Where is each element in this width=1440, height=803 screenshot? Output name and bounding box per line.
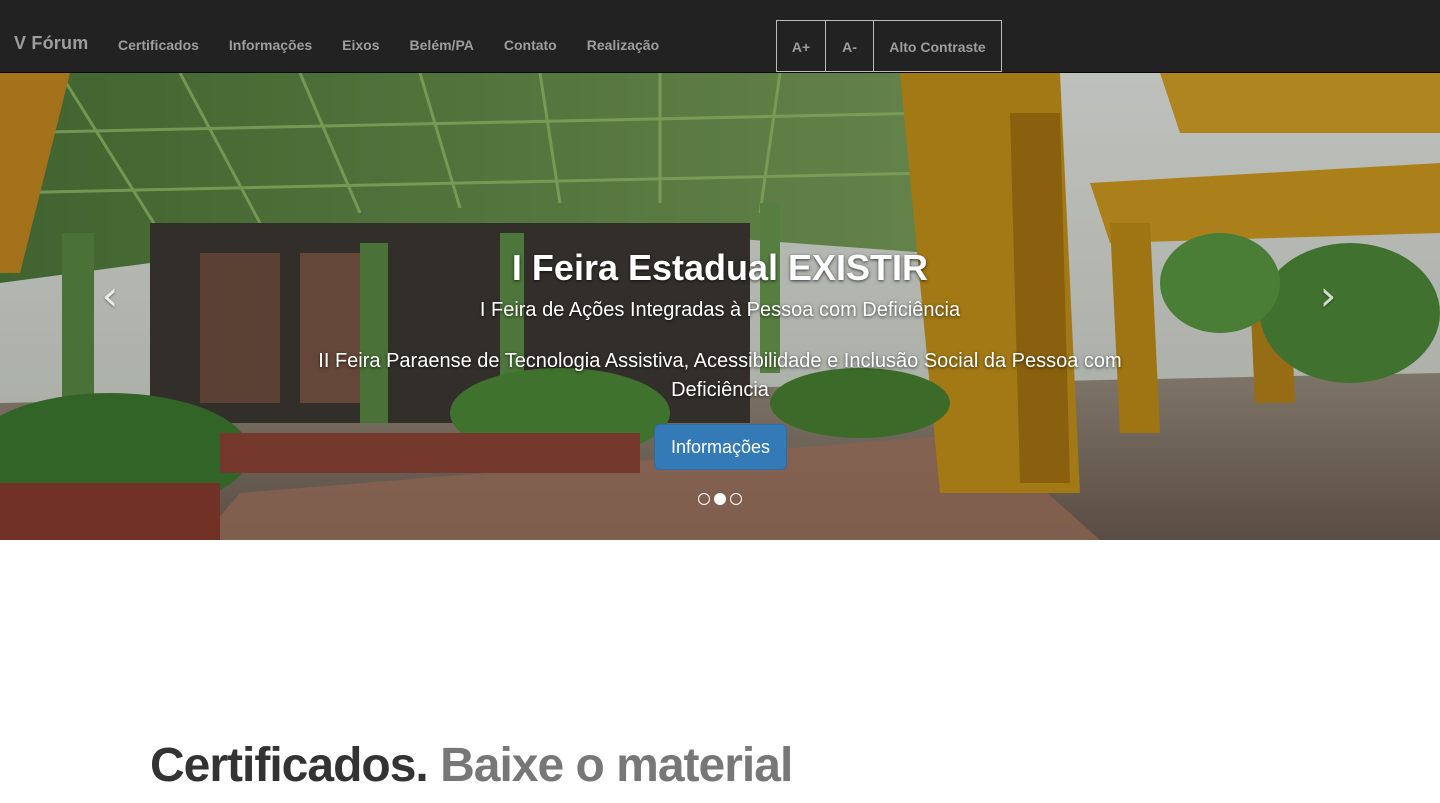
chevron-left-icon: ‹ [101, 271, 119, 320]
carousel-indicators [698, 493, 742, 505]
carousel-indicator-1[interactable] [698, 493, 710, 505]
nav-link-realizacao[interactable]: Realização [572, 0, 674, 73]
chevron-right-icon: › [1319, 271, 1337, 320]
nav-link-contato[interactable]: Contato [489, 0, 572, 73]
nav-links: Certificados Informações Eixos Belém/PA … [103, 0, 674, 73]
nav-link-belem[interactable]: Belém/PA [395, 0, 489, 73]
hero-carousel: I Feira Estadual EXISTIR I Feira de Açõe… [0, 73, 1440, 540]
feature-heading-lead: Certificados. [150, 739, 429, 792]
carousel-indicator-2[interactable] [714, 493, 726, 505]
brand-link[interactable]: V Fórum [14, 33, 88, 54]
high-contrast-button[interactable]: Alto Contraste [874, 20, 1002, 72]
nav-link-informacoes[interactable]: Informações [214, 0, 327, 73]
top-navbar: V Fórum Certificados Informações Eixos B… [0, 0, 1440, 73]
feature-heading-muted: Baixe o material [440, 739, 793, 792]
carousel-indicator-3[interactable] [730, 493, 742, 505]
informacoes-button[interactable]: Informações [654, 424, 787, 470]
carousel-subtitle-2: II Feira Paraense de Tecnologia Assistiv… [318, 350, 1122, 401]
carousel-next-button[interactable]: › [1308, 273, 1348, 319]
carousel-prev-button[interactable]: ‹ [90, 273, 130, 319]
nav-link-eixos[interactable]: Eixos [327, 0, 394, 73]
decrease-font-button[interactable]: A- [826, 20, 874, 72]
accessibility-controls: A+ A- Alto Contraste [776, 20, 1002, 72]
carousel-subtitle-1: I Feira de Ações Integradas à Pessoa com… [479, 299, 961, 321]
feature-heading: Certificados. Baixe o material [150, 737, 950, 795]
increase-font-button[interactable]: A+ [776, 20, 826, 72]
nav-link-certificados[interactable]: Certificados [103, 0, 214, 73]
carousel-title: I Feira Estadual EXISTIR [511, 247, 929, 288]
